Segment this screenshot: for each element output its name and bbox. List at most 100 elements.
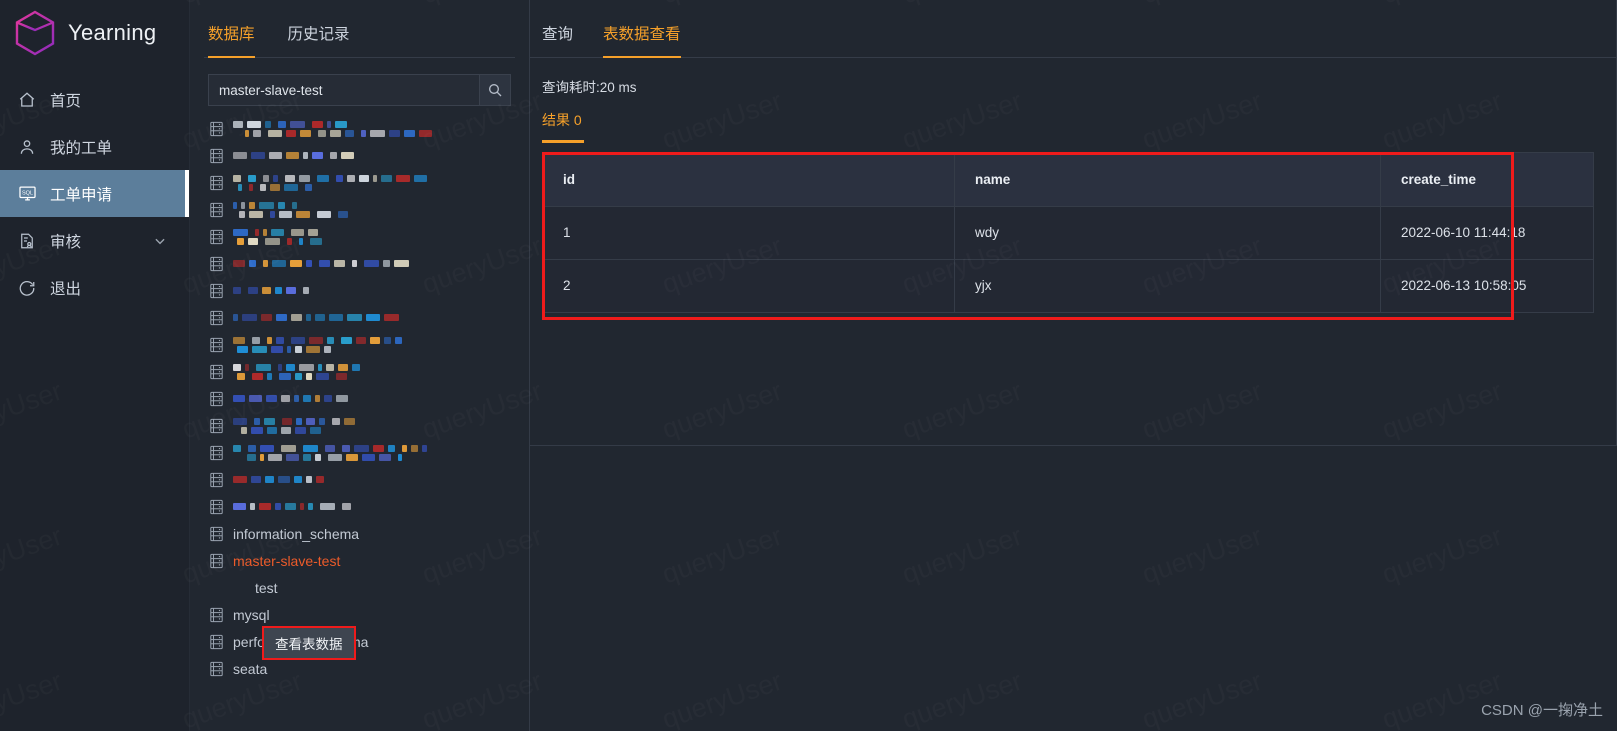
redacted-label (233, 417, 357, 434)
sidebar-nav: 首页 我的工单 SQL 工单申请 审核 退出 (0, 76, 189, 311)
search-input[interactable] (208, 74, 479, 106)
redacted-label (233, 503, 353, 510)
database-panel-tabs: 数据库 历史记录 (204, 0, 515, 58)
column-header-create-time[interactable]: create_time (1380, 151, 1594, 207)
table-cell-id: 2 (542, 258, 955, 313)
tab-databases[interactable]: 数据库 (208, 22, 255, 58)
result-tab[interactable]: 结果 0 (542, 110, 582, 140)
search-button[interactable] (479, 74, 511, 106)
redacted-label (233, 174, 432, 191)
result-table-head: id name create_time (542, 151, 1594, 207)
logout-icon (17, 278, 37, 298)
database-list-item[interactable]: master-slave-test (204, 547, 515, 574)
redacted-label (233, 228, 324, 245)
redacted-label (233, 201, 353, 218)
database-list-item[interactable] (204, 196, 515, 223)
column-header-id[interactable]: id (542, 151, 955, 207)
database-list-item[interactable] (204, 115, 515, 142)
sidebar-item-order-apply[interactable]: SQL 工单申请 (0, 170, 189, 217)
database-list-item[interactable] (204, 169, 515, 196)
sidebar-item-home[interactable]: 首页 (0, 76, 189, 123)
result-table: id name create_time 1 wdy 2022-06-10 11:44… (542, 151, 1594, 313)
result-tab-wrap: 结果 0 (530, 96, 582, 140)
app-root: Yearning 首页 我的工单 SQL 工单申请 审核 退出 数据库 历史记录… (0, 0, 1617, 731)
table-header-row: id name create_time (542, 151, 1594, 207)
home-icon (17, 90, 37, 110)
redacted-label (233, 314, 404, 321)
redacted-label (233, 336, 404, 353)
sidebar-item-label: 首页 (50, 92, 82, 110)
redacted-label (233, 363, 362, 380)
database-list-item[interactable] (204, 331, 515, 358)
tab-query[interactable]: 查询 (542, 22, 573, 57)
query-cost-label: 查询耗时:20 ms (542, 80, 637, 95)
table-cell-name: wdy (954, 205, 1381, 260)
database-list: information_schema master-slave-test test… (204, 115, 515, 682)
tab-history[interactable]: 历史记录 (288, 22, 350, 57)
database-list-item[interactable] (204, 439, 515, 466)
yearning-logo-icon (15, 10, 55, 56)
sidebar: Yearning 首页 我的工单 SQL 工单申请 审核 退出 (0, 0, 190, 731)
sidebar-item-audit[interactable]: 审核 (0, 217, 189, 264)
redacted-label (233, 476, 329, 483)
table-row[interactable]: 2 yjx 2022-06-13 10:58:05 (542, 258, 1594, 313)
database-list-item[interactable] (204, 223, 515, 250)
chevron-down-icon[interactable] (153, 234, 167, 248)
database-list-item[interactable]: information_schema (204, 520, 515, 547)
database-list-item[interactable]: performance_schema (204, 628, 515, 655)
database-list-item[interactable] (204, 358, 515, 385)
search-icon (489, 84, 502, 97)
redacted-label (233, 395, 353, 402)
sql-monitor-icon: SQL (17, 184, 37, 204)
result-table-body: 1 wdy 2022-06-10 11:44:18 2 yjx 2022-06-13 10… (542, 205, 1594, 313)
result-table-zone: id name create_time 1 wdy 2022-06-10 11:44… (542, 151, 1594, 320)
table-cell-create_time: 2022-06-10 11:44:18 (1380, 205, 1594, 260)
query-result-card: 查询 表数据查看 查询耗时:20 ms 结果 0 id name create_… (530, 0, 1617, 446)
tab-table-data-view[interactable]: 表数据查看 (603, 22, 681, 58)
database-name: master-slave-test (233, 552, 341, 569)
database-list-item[interactable] (204, 412, 515, 439)
tooltip-label: 查看表数据 (275, 637, 343, 652)
redacted-label (233, 287, 311, 294)
brand: Yearning (0, 0, 189, 66)
main-content: 查询 表数据查看 查询耗时:20 ms 结果 0 id name create_… (530, 0, 1617, 731)
audit-icon (17, 231, 37, 251)
result-tab-underline (542, 140, 584, 143)
table-list-item[interactable]: test (204, 574, 515, 601)
sidebar-item-label: 审核 (50, 233, 82, 251)
database-name: information_schema (233, 525, 360, 542)
view-table-data-tooltip[interactable]: 查看表数据 (262, 626, 356, 660)
database-panel: 数据库 历史记录 master-slave-test information_s… (190, 0, 530, 731)
column-header-name[interactable]: name (954, 151, 1381, 207)
database-list-item[interactable] (204, 277, 515, 304)
brand-name: Yearning (68, 20, 157, 45)
redacted-label (233, 120, 434, 137)
sidebar-item-label: 工单申请 (50, 186, 113, 204)
main-tabs: 查询 表数据查看 (530, 0, 1616, 58)
database-list-item[interactable]: seata (204, 655, 515, 682)
database-list-item[interactable] (204, 385, 515, 412)
redacted-label (233, 260, 411, 267)
database-list-item[interactable] (204, 142, 515, 169)
sidebar-item-label: 我的工单 (50, 139, 113, 157)
svg-text:SQL: SQL (21, 190, 32, 196)
database-list-item[interactable] (204, 493, 515, 520)
redacted-label (233, 152, 359, 159)
table-row[interactable]: 1 wdy 2022-06-10 11:44:18 (542, 205, 1594, 260)
database-name: test (255, 579, 278, 596)
table-cell-name: yjx (954, 258, 1381, 313)
database-name: mysql (233, 606, 270, 623)
database-name: seata (233, 660, 268, 677)
redacted-label (233, 444, 432, 461)
sidebar-item-my-orders[interactable]: 我的工单 (0, 123, 189, 170)
sidebar-item-label: 退出 (50, 280, 82, 298)
sidebar-item-logout[interactable]: 退出 (0, 264, 189, 311)
database-list-item[interactable] (204, 466, 515, 493)
csdn-credit: CSDN @一掬净土 (1481, 702, 1603, 719)
database-search (208, 74, 511, 106)
database-list-item[interactable] (204, 250, 515, 277)
database-list-item[interactable]: mysql (204, 601, 515, 628)
table-cell-create_time: 2022-06-13 10:58:05 (1380, 258, 1594, 313)
user-icon (17, 137, 37, 157)
database-list-item[interactable] (204, 304, 515, 331)
